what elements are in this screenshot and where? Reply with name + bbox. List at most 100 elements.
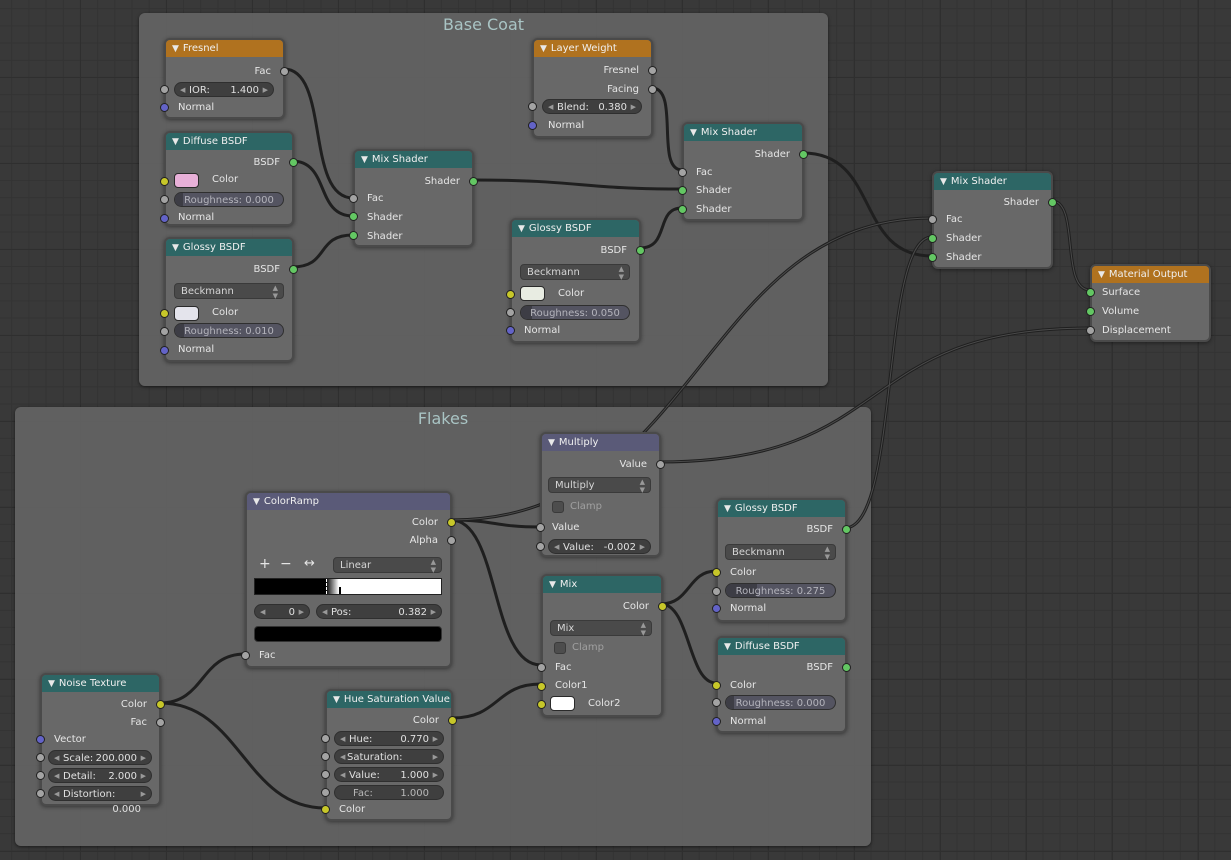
arrow-left-icon[interactable]: ◀	[548, 100, 553, 115]
collapse-triangle-icon[interactable]: ▼	[361, 152, 368, 169]
arrow-left-icon[interactable]: ◀	[54, 751, 59, 766]
distribution-dropdown[interactable]: Beckmann ▲ ▼	[520, 264, 630, 281]
socket-normal-in[interactable]	[160, 214, 169, 223]
stop-color-swatch[interactable]	[254, 626, 442, 642]
socket-fac-in[interactable]	[928, 215, 937, 224]
arrow-left-icon[interactable]: ◀	[260, 605, 265, 620]
socket-roughness-in[interactable]	[160, 195, 169, 204]
socket-roughness-in[interactable]	[506, 308, 515, 317]
socket-color-in[interactable]	[160, 177, 169, 186]
detail-field[interactable]: ◀ Detail: 2.000 ▶	[48, 768, 152, 783]
socket-value-out[interactable]	[656, 460, 665, 469]
flip-ramp-button[interactable]: ↔	[304, 557, 315, 571]
socket-hue-in[interactable]	[321, 734, 330, 743]
node-header[interactable]: ▼ Glossy BSDF	[166, 239, 292, 256]
fac-field[interactable]: Fac: 1.000	[334, 785, 444, 800]
blend-type-dropdown[interactable]: Mix ▲ ▼	[550, 620, 652, 637]
socket-bsdf-out[interactable]	[636, 246, 645, 255]
node-header[interactable]: ▼ Mix Shader	[934, 173, 1051, 190]
node-noise-texture[interactable]: ▼ Noise Texture Color Fac Vector ◀ Scale: 2…	[36, 673, 165, 815]
arrow-right-icon[interactable]: ▶	[299, 605, 304, 620]
socket-color-in[interactable]	[712, 681, 721, 690]
collapse-triangle-icon[interactable]: ▼	[1098, 267, 1105, 284]
node-header[interactable]: ▼ Layer Weight	[534, 40, 651, 57]
pos-field[interactable]: ◀ Pos: 0.382 ▶	[316, 604, 442, 619]
socket-value2-in[interactable]	[536, 542, 545, 551]
node-glossy-bsdf-1[interactable]: ▼ Glossy BSDF BSDF Beckmann ▲ ▼ Color Rough…	[160, 237, 298, 362]
node-header[interactable]: ▼ Material Output	[1092, 266, 1209, 283]
ramp-stop-active[interactable]	[326, 579, 328, 594]
socket-shader1-in[interactable]	[928, 234, 937, 243]
scale-field[interactable]: ◀ Scale: 200.000 ▶	[48, 750, 152, 765]
socket-value-in[interactable]	[321, 770, 330, 779]
socket-color-in[interactable]	[506, 290, 515, 299]
collapse-triangle-icon[interactable]: ▼	[548, 435, 555, 452]
node-colorramp[interactable]: ▼ ColorRamp Color Alpha + − ↔ Linear ▲ ▼ ◀ 0…	[241, 491, 456, 668]
socket-detail-in[interactable]	[36, 771, 45, 780]
clamp-checkbox[interactable]	[552, 501, 564, 513]
socket-alpha-out[interactable]	[447, 536, 456, 545]
distortion-field[interactable]: ◀ Distortion: 0.000 ▶	[48, 786, 152, 815]
arrow-right-icon[interactable]: ▶	[433, 732, 438, 747]
arrow-right-icon[interactable]: ▶	[631, 100, 636, 115]
socket-facing-out[interactable]	[648, 85, 657, 94]
roughness-slider[interactable]: Roughness: 0.000	[725, 695, 836, 710]
socket-color-in[interactable]	[160, 309, 169, 318]
node-material-output[interactable]: ▼ Material Output Surface Volume Displace…	[1086, 264, 1211, 342]
arrow-left-icon[interactable]: ◀	[340, 732, 345, 747]
arrow-left-icon[interactable]: ◀	[54, 769, 59, 784]
collapse-triangle-icon[interactable]: ▼	[172, 41, 179, 58]
socket-fac-in[interactable]	[321, 788, 330, 797]
socket-color1-in[interactable]	[537, 682, 546, 691]
node-header[interactable]: ▼ Glossy BSDF	[512, 220, 639, 237]
socket-fresnel-out[interactable]	[648, 66, 657, 75]
socket-vector-in[interactable]	[36, 735, 45, 744]
collapse-triangle-icon[interactable]: ▼	[172, 134, 179, 151]
socket-color-out[interactable]	[447, 518, 456, 527]
node-header[interactable]: ▼ Multiply	[542, 434, 659, 451]
collapse-triangle-icon[interactable]: ▼	[549, 577, 556, 594]
socket-bsdf-out[interactable]	[289, 265, 298, 274]
socket-roughness-in[interactable]	[712, 698, 721, 707]
socket-shader-out[interactable]	[799, 150, 808, 159]
node-mix[interactable]: ▼ Mix Color Mix ▲ ▼ Clamp Fac Color1 Color2	[537, 574, 667, 717]
value-field[interactable]: ◀ Value: 1.000 ▶	[334, 767, 444, 782]
stop-index-field[interactable]: ◀ 0 ▶	[254, 604, 310, 619]
socket-shader-out[interactable]	[1048, 198, 1057, 207]
node-header[interactable]: ▼ Mix Shader	[684, 124, 802, 141]
arrow-left-icon[interactable]: ◀	[180, 83, 185, 98]
collapse-triangle-icon[interactable]: ▼	[940, 174, 947, 191]
socket-color2-in[interactable]	[537, 700, 546, 709]
node-header[interactable]: ▼ Diffuse BSDF	[718, 638, 845, 655]
node-fresnel[interactable]: ▼ Fresnel Fac ◀ IOR: 1.400 ▶ Normal	[160, 38, 289, 119]
collapse-triangle-icon[interactable]: ▼	[518, 221, 525, 238]
node-header[interactable]: ▼ Noise Texture	[42, 675, 159, 692]
socket-bsdf-out[interactable]	[842, 663, 851, 672]
socket-shader1-in[interactable]	[678, 186, 687, 195]
socket-fac-in[interactable]	[349, 194, 358, 203]
socket-normal-in[interactable]	[712, 604, 721, 613]
node-header[interactable]: ▼ Fresnel	[166, 40, 283, 57]
node-multiply[interactable]: ▼ Multiply Value Multiply ▲ ▼ Clamp Value ◀…	[536, 432, 665, 557]
socket-fac-in[interactable]	[678, 168, 687, 177]
arrow-left-icon[interactable]: ◀	[54, 787, 59, 802]
socket-color-out[interactable]	[448, 716, 457, 725]
distribution-dropdown[interactable]: Beckmann ▲ ▼	[725, 544, 836, 561]
socket-normal-in[interactable]	[160, 346, 169, 355]
node-header[interactable]: ▼ Mix	[543, 576, 661, 593]
node-header[interactable]: ▼ Diffuse BSDF	[166, 133, 292, 150]
socket-shader2-in[interactable]	[928, 253, 937, 262]
socket-roughness-in[interactable]	[160, 327, 169, 336]
arrow-right-icon[interactable]: ▶	[263, 83, 268, 98]
collapse-triangle-icon[interactable]: ▼	[690, 125, 697, 142]
arrow-right-icon[interactable]: ▶	[141, 751, 146, 766]
collapse-triangle-icon[interactable]: ▼	[172, 240, 179, 257]
socket-surface-in[interactable]	[1086, 288, 1095, 297]
socket-distortion-in[interactable]	[36, 789, 45, 798]
operation-dropdown[interactable]: Multiply ▲ ▼	[548, 477, 651, 494]
collapse-triangle-icon[interactable]: ▼	[253, 494, 260, 511]
socket-fac-in[interactable]	[537, 663, 546, 672]
node-layer-weight[interactable]: ▼ Layer Weight Fresnel Facing ◀ Blend: 0.38…	[528, 38, 657, 138]
socket-normal-in[interactable]	[160, 103, 169, 112]
clamp-checkbox[interactable]	[554, 642, 566, 654]
